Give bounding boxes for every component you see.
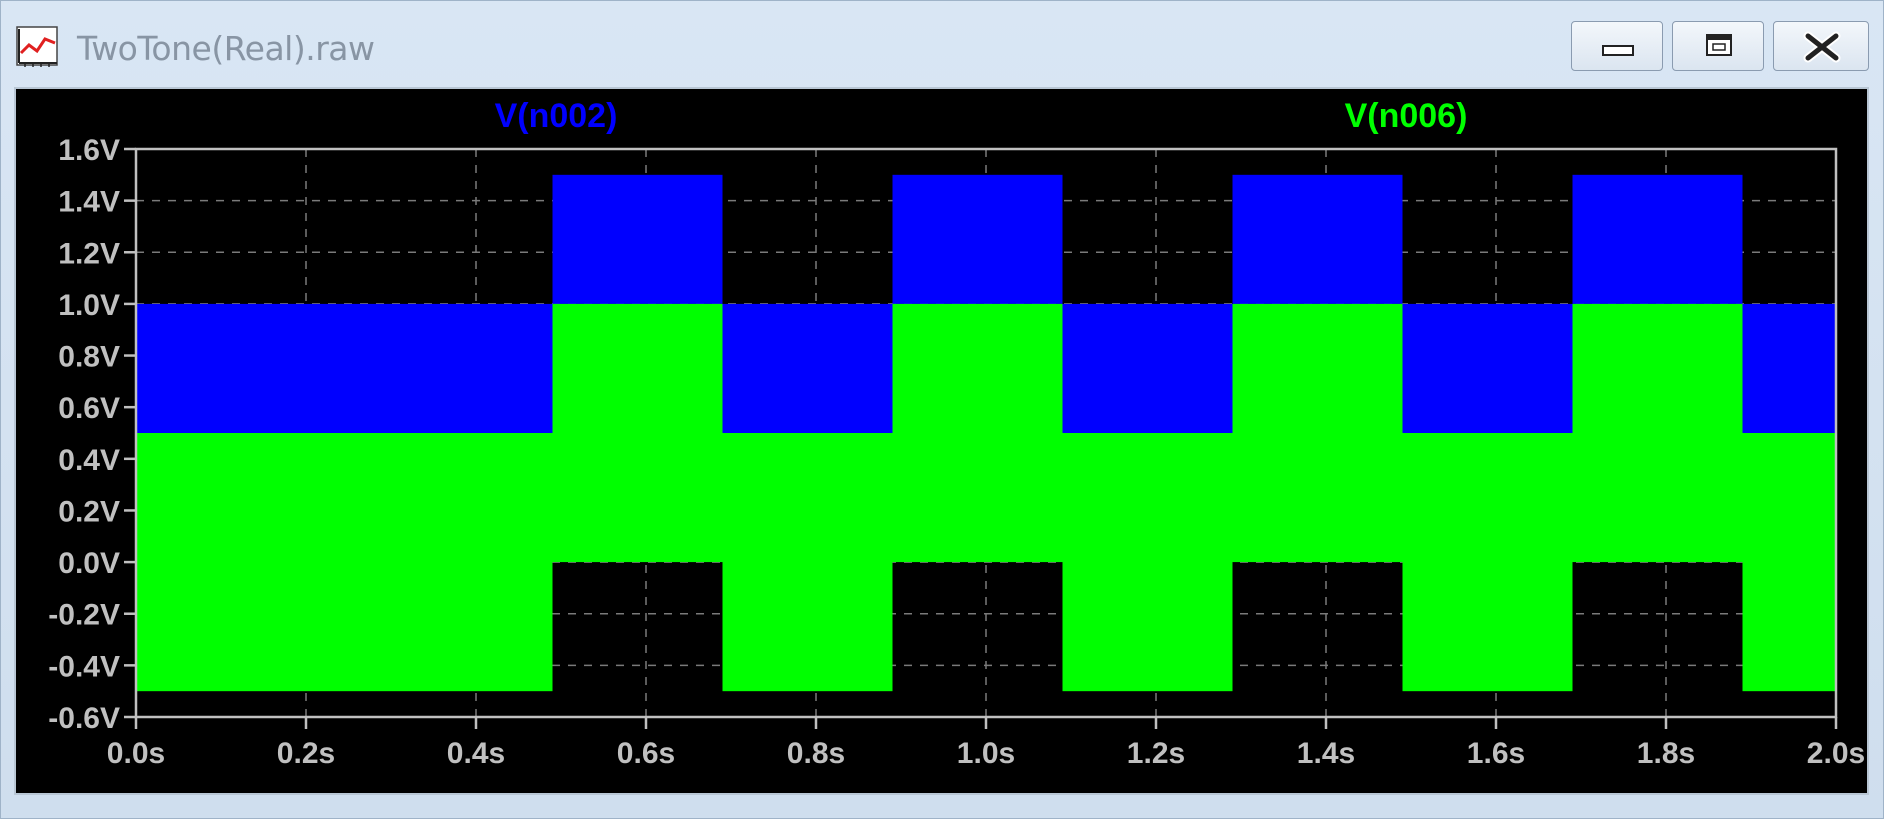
x-tick-label: 2.0s — [1807, 737, 1865, 770]
waveform-window: TwoTone(Real).raw 1.6V 1.4V 1.2V 1.0V 0.… — [0, 0, 1884, 819]
y-tick-label: 0.0V — [58, 547, 120, 580]
trace-band — [892, 303, 1063, 563]
trace-band — [136, 303, 553, 433]
title-bar[interactable]: TwoTone(Real).raw — [1, 1, 1884, 85]
x-tick-label: 1.0s — [957, 737, 1015, 770]
x-tick-label: 0.0s — [107, 737, 165, 770]
legend-trace-name[interactable]: V(n002) — [495, 97, 618, 135]
restore-button[interactable] — [1672, 21, 1764, 71]
waveform-icon — [15, 23, 61, 71]
x-tick-label: 1.6s — [1467, 737, 1525, 770]
x-tick-label: 1.8s — [1637, 737, 1695, 770]
trace-band — [552, 303, 723, 563]
trace-band — [722, 303, 893, 433]
waveform-plot[interactable]: 1.6V 1.4V 1.2V 1.0V 0.8V 0.6V 0.4V 0.2V 0.0V -0.2… — [16, 89, 1867, 793]
y-tick-label: -0.4V — [48, 650, 120, 683]
trace-band — [722, 433, 893, 692]
minimize-icon — [1602, 45, 1634, 56]
plot-pane[interactable]: 1.6V 1.4V 1.2V 1.0V 0.8V 0.6V 0.4V 0.2V 0.0V -0.2… — [14, 87, 1869, 795]
x-tick-label: 0.8s — [787, 737, 845, 770]
y-tick-label: 1.6V — [58, 134, 120, 167]
restore-icon — [1706, 34, 1732, 56]
x-tick-label: 1.2s — [1127, 737, 1185, 770]
trace-band — [892, 174, 1063, 304]
y-tick-label: 1.0V — [58, 289, 120, 322]
y-tick-label: 0.8V — [58, 341, 120, 374]
x-tick-label: 0.4s — [447, 737, 505, 770]
minimize-button[interactable] — [1571, 21, 1663, 71]
legend[interactable]: V(n002) V(n006) — [495, 97, 1468, 135]
y-tick-label: -0.2V — [48, 599, 120, 632]
y-tick-label: 0.4V — [58, 444, 120, 477]
trace-band — [552, 174, 723, 304]
trace-band — [136, 433, 553, 692]
y-tick-label: 1.2V — [58, 237, 120, 270]
close-button[interactable] — [1773, 21, 1869, 71]
trace-band — [1402, 303, 1573, 433]
trace-band — [1572, 303, 1743, 563]
x-tick-label: 0.6s — [617, 737, 675, 770]
trace-band — [1742, 433, 1836, 692]
trace-band — [1062, 303, 1233, 433]
trace-band — [1232, 303, 1403, 563]
close-icon — [1803, 31, 1841, 63]
trace-band — [1232, 174, 1403, 304]
y-tick-label: 0.2V — [58, 495, 120, 528]
x-tick-label: 0.2s — [277, 737, 335, 770]
x-tick-label: 1.4s — [1297, 737, 1355, 770]
y-tick-label: 0.6V — [58, 392, 120, 425]
trace-band — [1402, 433, 1573, 692]
trace-band — [1572, 174, 1743, 304]
trace-band — [1742, 303, 1836, 433]
y-tick-label: -0.6V — [48, 702, 120, 735]
legend-trace-name[interactable]: V(n006) — [1345, 97, 1468, 135]
trace-band — [1062, 433, 1233, 692]
y-tick-label: 1.4V — [58, 186, 120, 219]
window-title: TwoTone(Real).raw — [77, 29, 375, 68]
